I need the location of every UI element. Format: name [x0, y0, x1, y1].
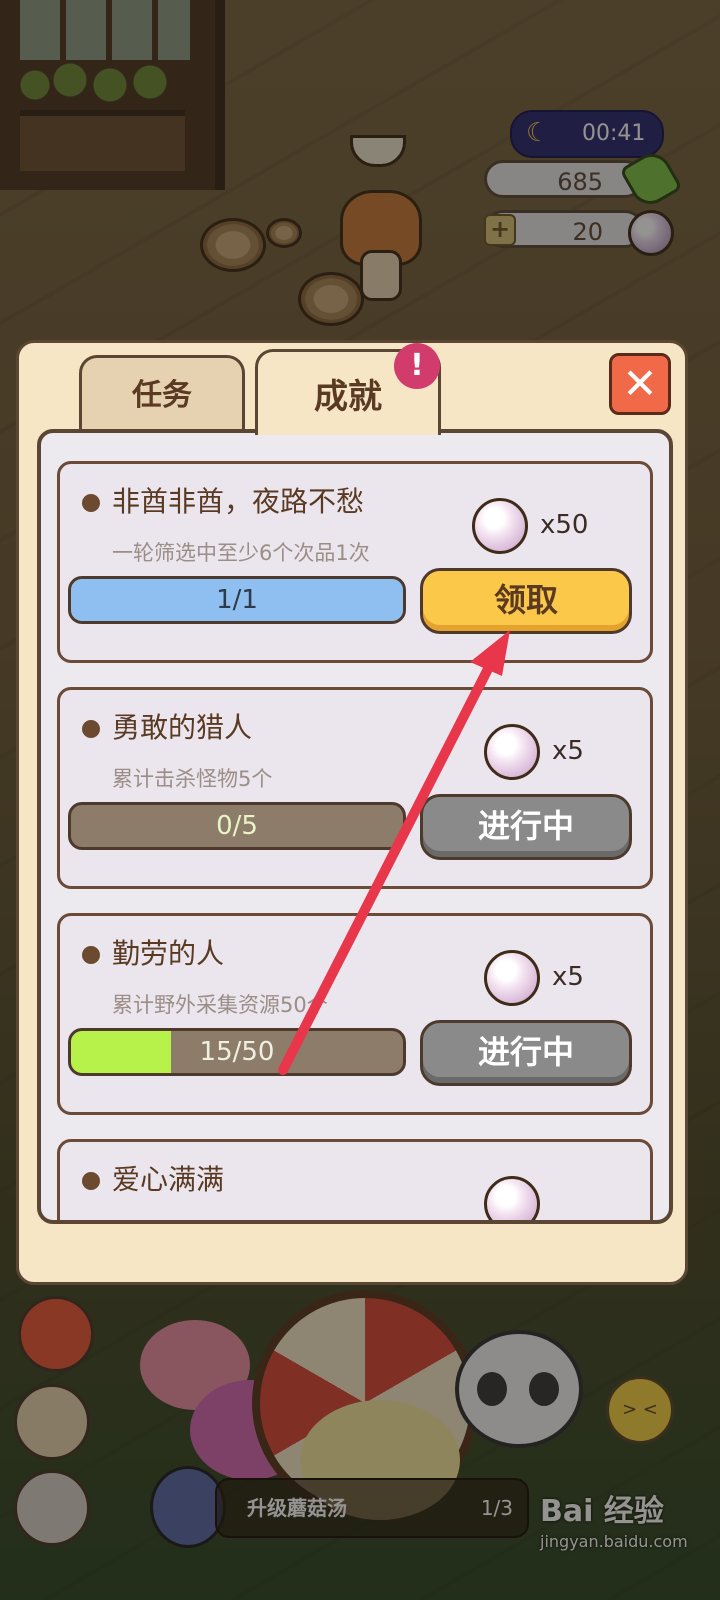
achievement-title: 勇敢的猎人 [112, 711, 253, 744]
claim-button[interactable]: 领取 [420, 568, 632, 634]
achievement-title: 非酋非酋，夜路不愁 [112, 485, 365, 518]
bullet-dot [82, 1172, 100, 1190]
pearl-reward-icon [484, 724, 540, 780]
bullet-dot [82, 946, 100, 964]
progress-text: 0/5 [216, 811, 258, 841]
reward-quantity: x5 [552, 962, 584, 992]
progress-bar: 15/50 [68, 1028, 406, 1076]
pearl-reward-icon [472, 498, 528, 554]
in-progress-button[interactable]: 进行中 [420, 794, 632, 860]
tab-tasks[interactable]: 任务 [79, 355, 245, 433]
achievement-list[interactable]: 非酋非酋，夜路不愁 一轮筛选中至少6个次品1次 x50 1/1 领取 勇敢的猎人… [37, 429, 673, 1224]
close-button[interactable]: ✕ [609, 353, 671, 415]
achievement-desc: 累计击杀怪物5个 [112, 767, 273, 791]
bullet-dot [82, 720, 100, 738]
achievement-card: 爱心满满 [57, 1139, 653, 1220]
in-progress-button[interactable]: 进行中 [420, 1020, 632, 1086]
reward-quantity: x5 [552, 736, 584, 766]
achievement-card: 勤劳的人 累计野外采集资源50个 x5 15/50 进行中 [57, 913, 653, 1115]
progress-text: 1/1 [216, 585, 258, 615]
progress-bar: 0/5 [68, 802, 406, 850]
pearl-reward-icon [484, 950, 540, 1006]
achievement-card: 非酋非酋，夜路不愁 一轮筛选中至少6个次品1次 x50 1/1 领取 [57, 461, 653, 663]
achievement-desc: 一轮筛选中至少6个次品1次 [112, 541, 370, 565]
achievement-desc: 累计野外采集资源50个 [112, 993, 328, 1017]
achievement-dialog: 任务 成就 ! ✕ 非酋非酋，夜路不愁 一轮筛选中至少6个次品1次 x50 1/… [16, 340, 688, 1285]
alert-badge: ! [394, 343, 440, 389]
achievement-title: 勤劳的人 [112, 937, 225, 970]
achievement-title: 爱心满满 [112, 1163, 225, 1196]
progress-bar: 1/1 [68, 576, 406, 624]
progress-text: 15/50 [199, 1037, 275, 1067]
achievement-card: 勇敢的猎人 累计击杀怪物5个 x5 0/5 进行中 [57, 687, 653, 889]
bullet-dot [82, 494, 100, 512]
reward-quantity: x50 [540, 510, 589, 540]
pearl-reward-icon [484, 1176, 540, 1220]
